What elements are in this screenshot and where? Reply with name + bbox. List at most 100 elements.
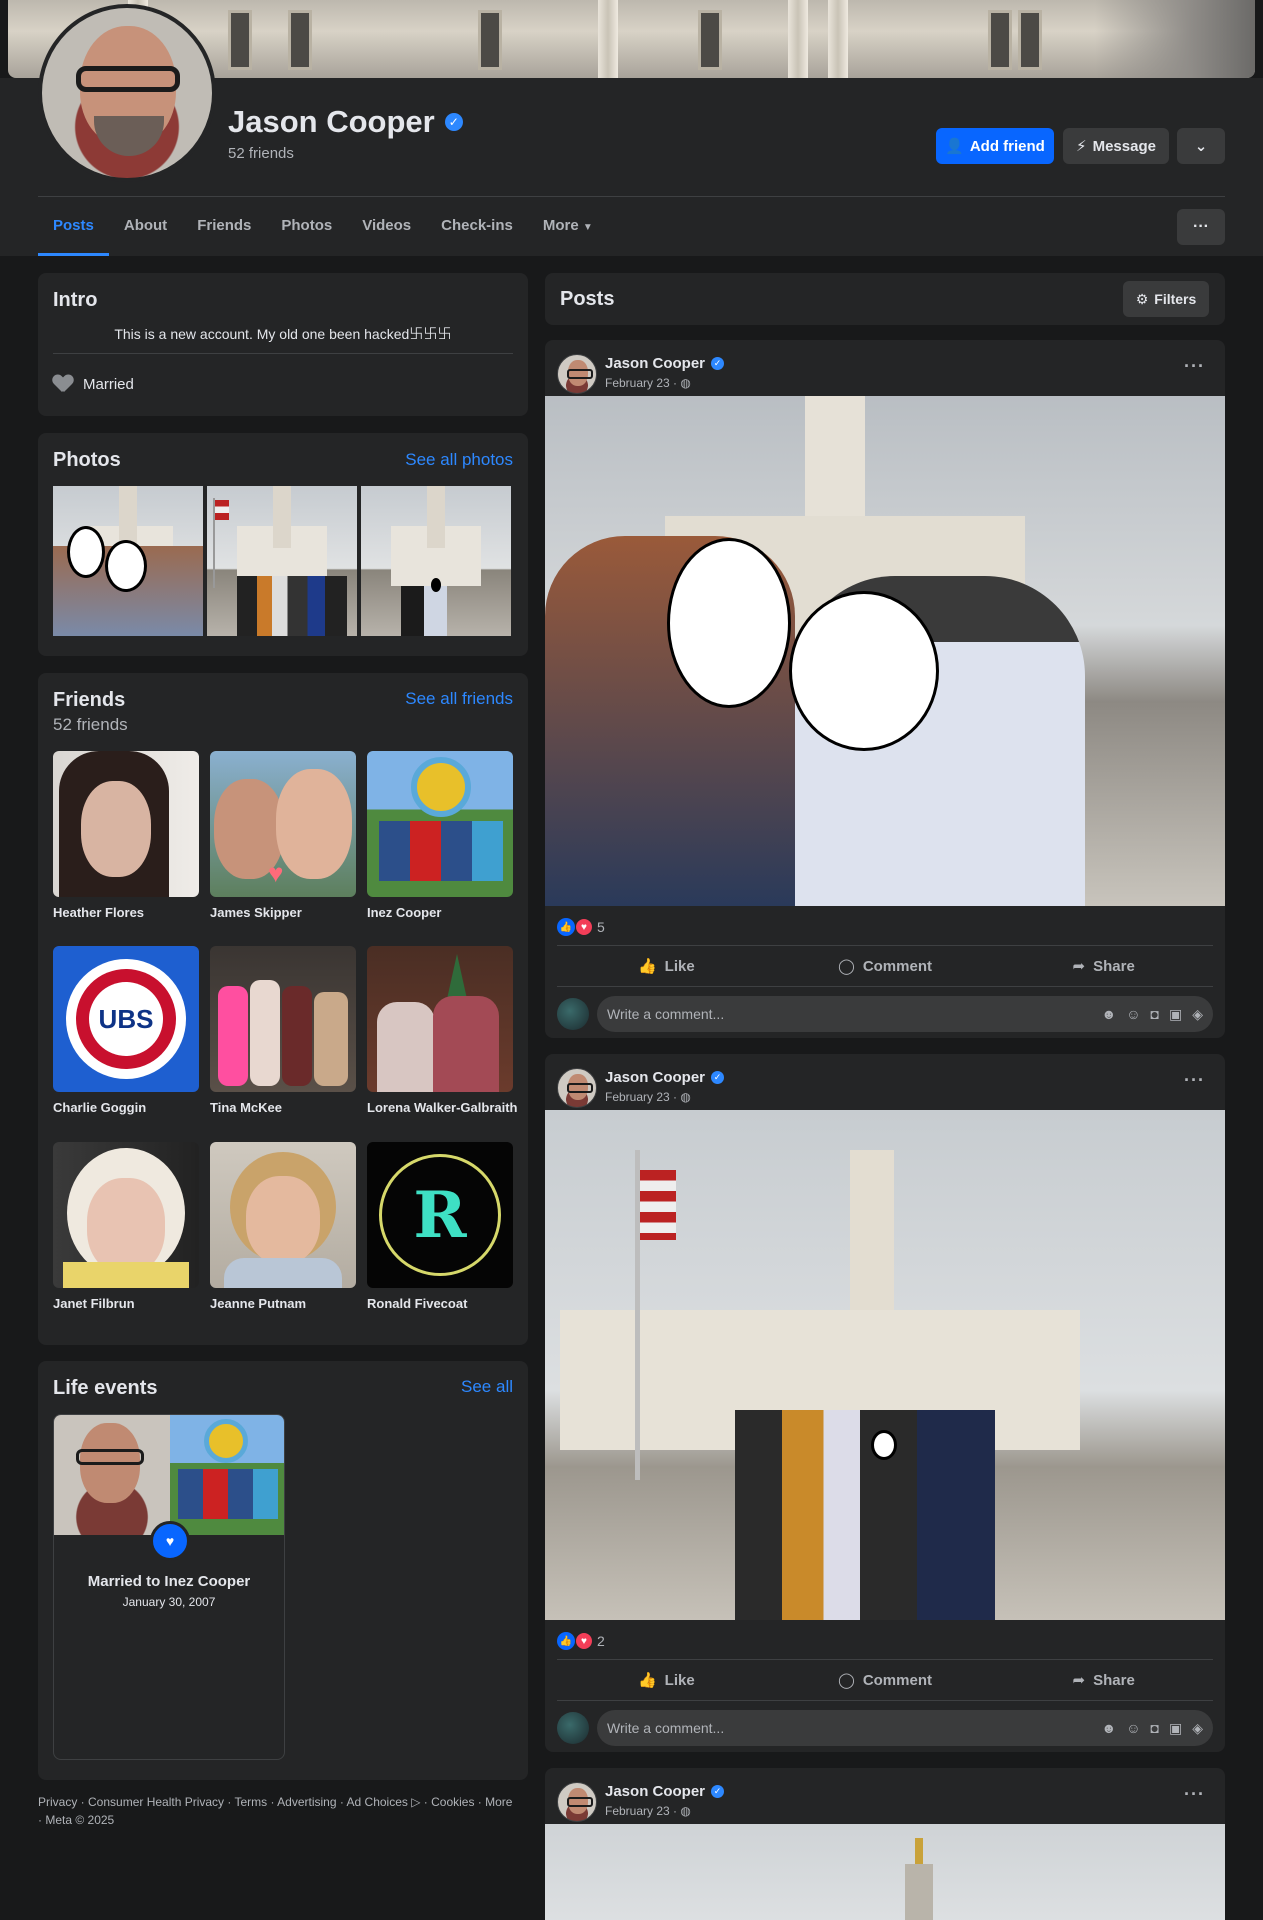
friend-photo[interactable] xyxy=(53,751,199,897)
gif-icon[interactable]: ▣ xyxy=(1169,1720,1182,1737)
post-photo[interactable] xyxy=(545,1110,1225,1620)
tab-about[interactable]: About xyxy=(109,198,182,256)
post-date[interactable]: February 23 · ◍ xyxy=(605,1804,691,1818)
footer-links[interactable]: Privacy · Consumer Health Privacy · Term… xyxy=(38,1793,518,1829)
viewer-avatar[interactable] xyxy=(557,998,589,1030)
post-date[interactable]: February 23 · ◍ xyxy=(605,1090,691,1104)
post-author[interactable]: Jason Cooper ✓ xyxy=(605,1069,725,1086)
friend-tile[interactable]: R Ronald Fivecoat xyxy=(367,1142,513,1311)
post-author[interactable]: Jason Cooper ✓ xyxy=(605,355,725,372)
friend-name[interactable]: Janet Filbrun xyxy=(53,1296,199,1311)
friend-name[interactable]: Charlie Goggin xyxy=(53,1100,199,1115)
avatar-sticker-icon[interactable]: ☻ xyxy=(1101,1720,1116,1737)
tabs-more-options-button[interactable]: ··· xyxy=(1177,209,1225,245)
share-button[interactable]: ➦ Share xyxy=(994,1660,1213,1700)
post-author-avatar[interactable] xyxy=(557,1068,597,1108)
thumbs-up-icon: 👍 xyxy=(637,1672,657,1689)
friend-tile[interactable]: ♥ James Skipper xyxy=(210,751,356,920)
add-friend-button[interactable]: 👤 Add friend xyxy=(936,128,1054,164)
friend-photo[interactable] xyxy=(210,1142,356,1288)
gif-icon[interactable]: ▣ xyxy=(1169,1006,1182,1023)
friend-name[interactable]: Tina McKee xyxy=(210,1100,356,1115)
profile-more-button[interactable]: ⌄ xyxy=(1177,128,1225,164)
see-all-friends-link[interactable]: See all friends xyxy=(405,689,513,709)
life-event-date: January 30, 2007 xyxy=(122,1595,216,1609)
like-label: Like xyxy=(664,957,695,975)
camera-icon[interactable]: ◘ xyxy=(1151,1006,1159,1023)
tab-more[interactable]: More ▼ xyxy=(528,198,608,256)
post-options-button[interactable]: ··· xyxy=(1184,356,1205,377)
comment-button[interactable]: ◯ Comment xyxy=(776,946,995,986)
friend-name[interactable]: Lorena Walker-Galbraith xyxy=(367,1100,518,1115)
friend-photo[interactable]: UBS xyxy=(53,946,199,1092)
see-all-life-events-link[interactable]: See all xyxy=(461,1377,513,1397)
post-photo[interactable] xyxy=(545,1824,1225,1920)
profile-avatar[interactable] xyxy=(38,4,216,182)
friend-photo[interactable] xyxy=(367,751,513,897)
friend-tile[interactable]: Inez Cooper xyxy=(367,751,513,920)
post-date-text[interactable]: February 23 · xyxy=(605,376,680,390)
tab-videos[interactable]: Videos xyxy=(347,198,426,256)
friend-photo[interactable]: R xyxy=(367,1142,513,1288)
friend-tile[interactable]: Janet Filbrun xyxy=(53,1142,199,1311)
photo-thumbnail[interactable] xyxy=(207,486,357,636)
share-button[interactable]: ➦ Share xyxy=(994,946,1213,986)
friend-tile[interactable]: Lorena Walker-Galbraith xyxy=(367,946,518,1115)
friend-name[interactable]: Heather Flores xyxy=(53,905,199,920)
comment-input[interactable]: Write a comment... ☻ ☺ ◘ ▣ ◈ xyxy=(597,1710,1213,1746)
message-button[interactable]: ⚡ Message xyxy=(1063,128,1169,164)
tab-friends[interactable]: Friends xyxy=(182,198,266,256)
emoji-icon[interactable]: ☺ xyxy=(1126,1006,1140,1023)
comment-placeholder: Write a comment... xyxy=(607,1006,725,1022)
post-card: Jason Cooper ✓ February 23 · ◍ ··· 👍 ♥ 2… xyxy=(545,1054,1225,1752)
life-event-item[interactable]: ♥ Married to Inez Cooper January 30, 200… xyxy=(53,1414,285,1760)
tab-check-ins[interactable]: Check-ins xyxy=(426,198,528,256)
post-options-button[interactable]: ··· xyxy=(1184,1784,1205,1805)
post-author-name[interactable]: Jason Cooper xyxy=(605,355,705,372)
sticker-icon[interactable]: ◈ xyxy=(1192,1720,1203,1737)
friend-tile[interactable]: Jeanne Putnam xyxy=(210,1142,356,1311)
post-photo[interactable] xyxy=(545,396,1225,906)
see-all-photos-link[interactable]: See all photos xyxy=(405,450,513,470)
like-button[interactable]: 👍 Like xyxy=(557,946,776,986)
friend-tile[interactable]: Tina McKee xyxy=(210,946,356,1115)
camera-icon[interactable]: ◘ xyxy=(1151,1720,1159,1737)
comment-composer: Write a comment... ☻ ☺ ◘ ▣ ◈ xyxy=(557,996,1213,1032)
friend-photo[interactable] xyxy=(53,1142,199,1288)
photo-thumbnail[interactable] xyxy=(361,486,511,636)
post-author[interactable]: Jason Cooper ✓ xyxy=(605,1783,725,1800)
like-button[interactable]: 👍 Like xyxy=(557,1660,776,1700)
comment-input[interactable]: Write a comment... ☻ ☺ ◘ ▣ ◈ xyxy=(597,996,1213,1032)
friend-photo[interactable]: ♥ xyxy=(210,751,356,897)
friend-name[interactable]: Jeanne Putnam xyxy=(210,1296,356,1311)
friend-name[interactable]: Inez Cooper xyxy=(367,905,513,920)
verified-badge-icon: ✓ xyxy=(711,1071,725,1084)
globe-icon: ◍ xyxy=(680,1804,691,1818)
friend-name[interactable]: James Skipper xyxy=(210,905,356,920)
post-reactions[interactable]: 👍 ♥ 5 xyxy=(557,918,605,936)
post-options-button[interactable]: ··· xyxy=(1184,1070,1205,1091)
post-reactions[interactable]: 👍 ♥ 2 xyxy=(557,1632,605,1650)
filters-button[interactable]: ⚙ Filters xyxy=(1123,281,1209,317)
post-author-avatar[interactable] xyxy=(557,354,597,394)
post-author-name[interactable]: Jason Cooper xyxy=(605,1783,705,1800)
avatar-sticker-icon[interactable]: ☻ xyxy=(1101,1006,1116,1023)
friend-tile[interactable]: UBS Charlie Goggin xyxy=(53,946,199,1115)
post-date-text[interactable]: February 23 · xyxy=(605,1090,680,1104)
photo-thumbnail[interactable] xyxy=(53,486,203,636)
post-date[interactable]: February 23 · ◍ xyxy=(605,376,691,390)
friend-name[interactable]: Ronald Fivecoat xyxy=(367,1296,513,1311)
friend-tile[interactable]: Heather Flores xyxy=(53,751,199,920)
post-author-avatar[interactable] xyxy=(557,1782,597,1822)
tab-photos[interactable]: Photos xyxy=(266,198,347,256)
viewer-avatar[interactable] xyxy=(557,1712,589,1744)
sticker-icon[interactable]: ◈ xyxy=(1192,1006,1203,1023)
post-author-name[interactable]: Jason Cooper xyxy=(605,1069,705,1086)
comment-button[interactable]: ◯ Comment xyxy=(776,1660,995,1700)
tab-posts[interactable]: Posts xyxy=(38,198,109,256)
profile-friends-count[interactable]: 52 friends xyxy=(228,145,294,162)
friend-photo[interactable] xyxy=(367,946,513,1092)
emoji-icon[interactable]: ☺ xyxy=(1126,1720,1140,1737)
friend-photo[interactable] xyxy=(210,946,356,1092)
post-date-text[interactable]: February 23 · xyxy=(605,1804,680,1818)
